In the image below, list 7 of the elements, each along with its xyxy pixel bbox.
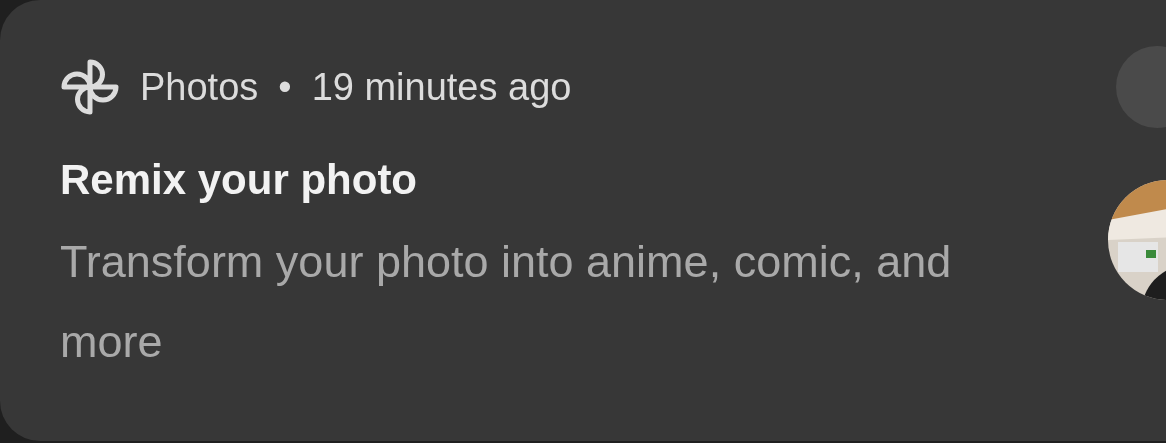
timestamp: 19 minutes ago [311, 65, 572, 109]
app-name: Photos [140, 65, 259, 109]
notification-card[interactable]: Photos • 19 minutes ago Remix your photo Transform your photo into anime, comic, and more [0, 0, 1166, 441]
separator: • [278, 65, 292, 109]
notification-body: Transform your photo into anime, comic, and more [60, 235, 953, 369]
notification-title: Remix your photo [60, 155, 419, 205]
pinwheel-icon [60, 58, 120, 116]
